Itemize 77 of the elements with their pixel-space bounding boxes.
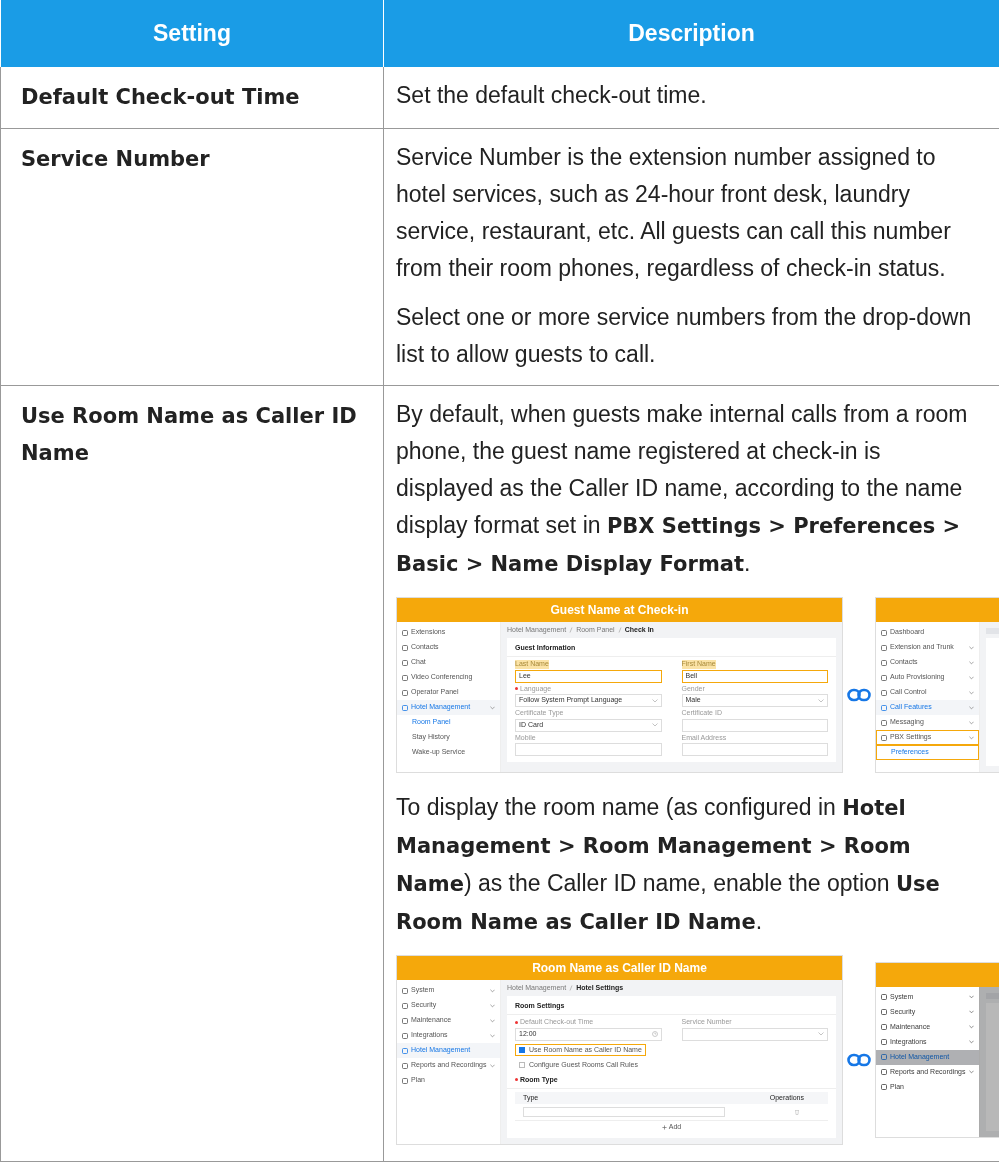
chevron-icon <box>969 690 974 695</box>
menu-item-icon <box>402 644 408 651</box>
setting-name: Service Number <box>21 147 210 171</box>
column-header: Description <box>383 0 999 67</box>
separator-icon <box>569 627 574 633</box>
caret-icon <box>651 723 658 728</box>
chevron-icon <box>969 705 974 710</box>
setting-name: Default Check-out Time <box>21 85 300 109</box>
menu-item-icon <box>881 994 887 1001</box>
separator-icon <box>617 627 622 633</box>
caret-icon <box>818 698 824 703</box>
chevron-icon <box>969 995 974 1000</box>
input-field[interactable] <box>515 742 662 756</box>
menu-item-icon <box>881 659 887 666</box>
menu-item-icon <box>402 1032 408 1039</box>
description-text: To display the room name (as configured in Hotel Management > Room Management > Room Name) as the Caller ID name, enable the option Use Room Name as Caller ID Name. <box>396 793 941 936</box>
chevron-icon <box>969 1025 974 1030</box>
menu-item-icon <box>881 644 887 651</box>
chevron-icon <box>490 1063 495 1068</box>
menu-item-icon <box>402 1047 408 1054</box>
chevron-icon <box>969 1040 974 1045</box>
banner-title: Room Name as Caller ID Name <box>397 956 842 980</box>
column-header: Setting <box>0 0 383 67</box>
caret-icon <box>818 1032 824 1037</box>
banner-title: Guest Name at Check-in <box>397 598 842 622</box>
chevron-icon <box>490 988 495 993</box>
setting-name: Use Room Name as Caller ID Name <box>21 404 357 465</box>
input-field[interactable] <box>681 742 828 756</box>
link-icon <box>847 1052 871 1067</box>
description-text: Set the default check-out time. <box>396 81 708 110</box>
menu-item-icon <box>881 734 887 741</box>
input-field[interactable] <box>681 718 828 732</box>
description-text: Service Number is the extension number assigned to hotel services, such as 24-hour front desk, laundry service, restaurant, etc. All guests can call this number from their room phones, regardless of check-in status. <box>396 143 952 283</box>
chevron-icon <box>969 675 974 680</box>
menu-item-icon <box>402 1062 408 1069</box>
menu-item-icon <box>402 1077 408 1084</box>
chevron-icon <box>490 705 495 710</box>
menu-item-icon <box>881 1009 887 1016</box>
description-text: By default, when guests make internal calls from a room phone, the guest name registered at check-in is displayed as the Caller ID name, according to the name display format set in PBX Settings > Preferences > Basic > Name Display Format. <box>396 400 969 578</box>
menu-item-icon <box>881 1039 887 1046</box>
link-icon <box>847 688 871 702</box>
plus-icon <box>661 1125 667 1131</box>
chevron-icon <box>969 660 974 665</box>
menu-item-icon <box>881 1024 887 1031</box>
caret-icon <box>651 698 658 703</box>
chevron-icon <box>490 1033 495 1038</box>
chevron-icon <box>969 645 974 650</box>
menu-item-icon <box>402 689 408 696</box>
chevron-icon <box>490 1003 495 1008</box>
clock-icon <box>651 1031 658 1038</box>
input-field[interactable] <box>523 1107 725 1118</box>
input-field[interactable] <box>681 1027 828 1041</box>
menu-item-icon <box>402 1017 408 1024</box>
chevron-icon <box>969 735 974 740</box>
separator-icon <box>569 985 574 991</box>
menu-item-icon <box>881 1069 887 1076</box>
menu-item-icon <box>881 704 887 711</box>
menu-item-icon <box>402 1002 408 1009</box>
chevron-icon <box>969 1010 974 1015</box>
chevron-icon <box>969 1070 974 1075</box>
menu-item-icon <box>881 1084 887 1091</box>
chevron-icon <box>490 1018 495 1023</box>
menu-item-icon <box>881 719 887 726</box>
menu-item-icon <box>402 987 408 994</box>
menu-item-icon <box>881 629 887 636</box>
description-text: Select one or more service numbers from the drop-down list to allow guests to call. <box>396 303 973 369</box>
checkbox[interactable] <box>519 1046 525 1053</box>
menu-item-icon <box>402 629 408 636</box>
menu-item-icon <box>881 674 887 681</box>
chevron-icon <box>969 720 974 725</box>
trash-icon[interactable] <box>794 1109 800 1116</box>
menu-item-icon <box>402 659 408 666</box>
menu-item-icon <box>402 674 408 681</box>
menu-item-icon <box>881 1054 887 1061</box>
checkbox[interactable] <box>519 1062 525 1069</box>
menu-item-icon <box>402 704 408 711</box>
menu-item-icon <box>881 689 887 696</box>
